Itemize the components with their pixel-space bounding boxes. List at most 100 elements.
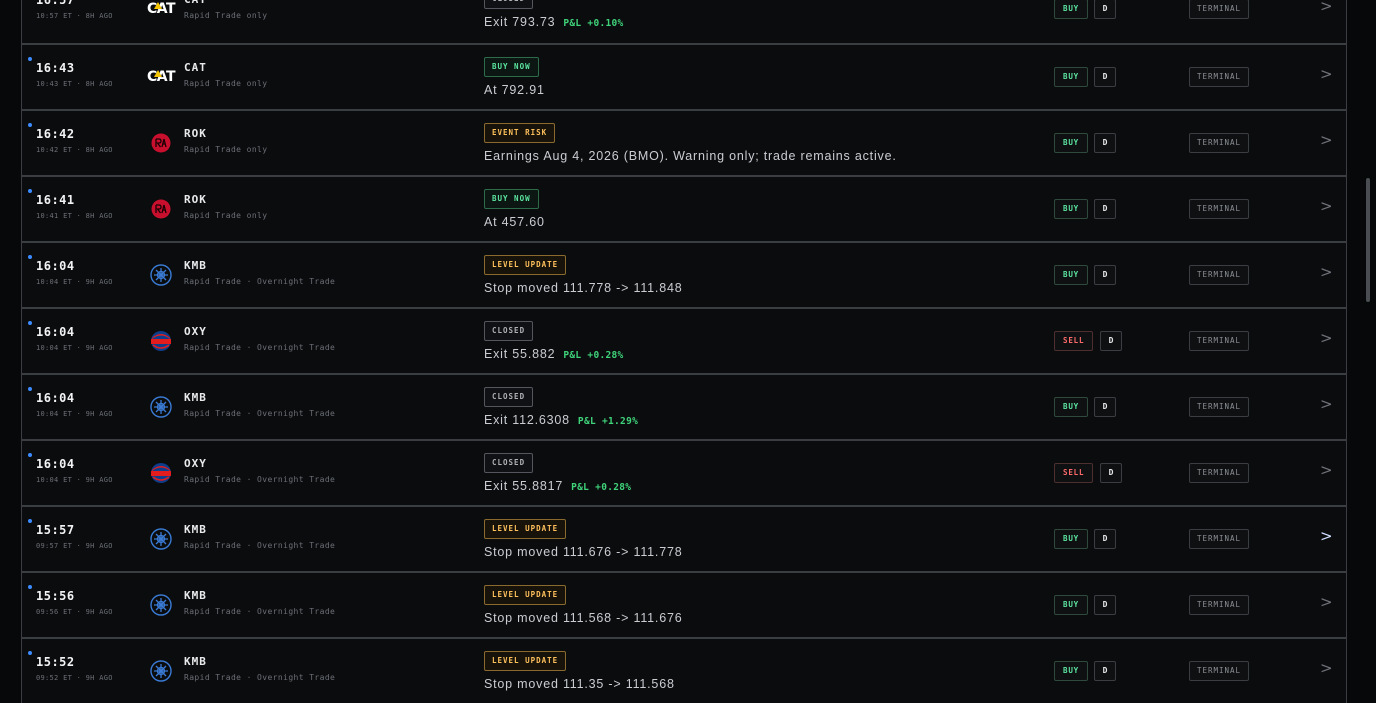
chevron-right-icon[interactable]: > — [1320, 593, 1333, 611]
terminal-button[interactable]: TERMINAL — [1189, 595, 1249, 615]
alert-row[interactable]: 16:42 10:42 ET · 8H AGO ROK Rapid Trade … — [22, 109, 1346, 175]
pnl-value: P&L +0.10% — [563, 18, 624, 29]
chevron-right-icon[interactable]: > — [1320, 197, 1333, 215]
terminal-button[interactable]: TERMINAL — [1189, 331, 1249, 351]
terminal-button[interactable]: TERMINAL — [1189, 661, 1249, 681]
alert-detail: Stop moved 111.35 -> 111.568 — [484, 677, 675, 691]
status-badge: LEVEL UPDATE — [484, 585, 567, 605]
alert-detail: Stop moved 111.676 -> 111.778 — [484, 545, 682, 559]
chevron-right-icon[interactable]: > — [1320, 329, 1333, 347]
rok-logo-icon — [149, 198, 173, 220]
alert-row[interactable]: 16:04 10:04 ET · 9H AGO OXY Rapid Trade … — [22, 307, 1346, 373]
d-button[interactable]: D — [1094, 199, 1116, 219]
alert-detail: At 457.60 — [484, 215, 545, 229]
unread-dot — [28, 321, 32, 325]
buy-button[interactable]: BUY — [1054, 67, 1088, 87]
cat-logo-icon: CAT — [146, 1, 176, 17]
alert-timestamp: 10:43 ET · 8H AGO — [36, 80, 113, 88]
alert-row[interactable]: 15:56 09:56 ET · 9H AGO KMB Rapid Trade … — [22, 571, 1346, 637]
sell-button[interactable]: SELL — [1054, 463, 1094, 483]
strategy-tags: Rapid Trade only — [184, 79, 268, 88]
chevron-right-icon[interactable]: > — [1320, 65, 1333, 83]
alert-row[interactable]: 16:41 10:41 ET · 8H AGO ROK Rapid Trade … — [22, 175, 1346, 241]
chevron-right-icon[interactable]: > — [1320, 527, 1333, 545]
chevron-right-icon[interactable]: > — [1320, 659, 1333, 677]
terminal-button[interactable]: TERMINAL — [1189, 67, 1249, 87]
alert-row[interactable]: 16:04 10:04 ET · 9H AGO OXY Rapid Trade … — [22, 439, 1346, 505]
chevron-right-icon[interactable]: > — [1320, 0, 1333, 15]
detail-text: Earnings Aug 4, 2026 (BMO). Warning only… — [484, 149, 897, 163]
terminal-button[interactable]: TERMINAL — [1189, 397, 1249, 417]
alert-row[interactable]: 16:04 10:04 ET · 9H AGO KMB Rapid Trade … — [22, 373, 1346, 439]
chevron-right-icon[interactable]: > — [1320, 131, 1333, 149]
strategy-tags: Rapid Trade · Overnight Trade — [184, 475, 336, 484]
buy-button[interactable]: BUY — [1054, 133, 1088, 153]
alert-timestamp: 10:04 ET · 9H AGO — [36, 476, 113, 484]
d-button[interactable]: D — [1094, 529, 1116, 549]
alert-detail: Stop moved 111.568 -> 111.676 — [484, 611, 682, 625]
alert-row[interactable]: 16:43 10:43 ET · 8H AGO CAT CAT Rapid Tr… — [22, 43, 1346, 109]
status-badge: LEVEL UPDATE — [484, 651, 567, 671]
alert-time: 16:41 — [36, 193, 75, 207]
terminal-button[interactable]: TERMINAL — [1189, 199, 1249, 219]
d-button[interactable]: D — [1094, 133, 1116, 153]
alert-time: 16:57 — [36, 0, 75, 7]
unread-dot — [28, 255, 32, 259]
d-button[interactable]: D — [1094, 661, 1116, 681]
detail-text: Exit 55.8817 — [484, 479, 564, 493]
ticker-symbol: KMB — [184, 523, 207, 536]
unread-dot — [28, 585, 32, 589]
alert-timestamp: 10:41 ET · 8H AGO — [36, 212, 113, 220]
terminal-button[interactable]: TERMINAL — [1189, 265, 1249, 285]
alert-detail: Stop moved 111.778 -> 111.848 — [484, 281, 682, 295]
terminal-button[interactable]: TERMINAL — [1189, 463, 1249, 483]
alert-time: 16:04 — [36, 259, 75, 273]
strategy-tags: Rapid Trade · Overnight Trade — [184, 277, 336, 286]
buy-button[interactable]: BUY — [1054, 595, 1088, 615]
alert-time: 16:04 — [36, 391, 75, 405]
buy-button[interactable]: BUY — [1054, 397, 1088, 417]
d-button[interactable]: D — [1100, 463, 1122, 483]
buy-button[interactable]: BUY — [1054, 661, 1088, 681]
buy-button[interactable]: BUY — [1054, 0, 1088, 19]
detail-text: Stop moved 111.35 -> 111.568 — [484, 677, 675, 691]
d-button[interactable]: D — [1094, 67, 1116, 87]
alert-row[interactable]: 15:52 09:52 ET · 9H AGO KMB Rapid Trade … — [22, 637, 1346, 703]
d-button[interactable]: D — [1094, 397, 1116, 417]
kmb-logo-icon — [149, 528, 173, 550]
status-badge: CLOSED — [484, 387, 534, 407]
terminal-button[interactable]: TERMINAL — [1189, 0, 1249, 19]
chevron-right-icon[interactable]: > — [1320, 263, 1333, 281]
ticker-symbol: CAT — [184, 61, 207, 74]
sell-button[interactable]: SELL — [1054, 331, 1094, 351]
alert-row[interactable]: 16:04 10:04 ET · 9H AGO KMB Rapid Trade … — [22, 241, 1346, 307]
alert-time: 15:56 — [36, 589, 75, 603]
scrollbar[interactable] — [1366, 178, 1370, 302]
unread-dot — [28, 57, 32, 61]
terminal-button[interactable]: TERMINAL — [1189, 529, 1249, 549]
cat-logo-icon: CAT — [146, 69, 176, 85]
d-button[interactable]: D — [1094, 0, 1116, 19]
buy-button[interactable]: BUY — [1054, 265, 1088, 285]
ticker-symbol: KMB — [184, 655, 207, 668]
d-button[interactable]: D — [1094, 595, 1116, 615]
d-button[interactable]: D — [1094, 265, 1116, 285]
rok-logo-icon — [149, 132, 173, 154]
d-button[interactable]: D — [1100, 331, 1122, 351]
terminal-button[interactable]: TERMINAL — [1189, 133, 1249, 153]
chevron-right-icon[interactable]: > — [1320, 461, 1333, 479]
alert-timestamp: 09:52 ET · 9H AGO — [36, 674, 113, 682]
ticker-symbol: KMB — [184, 259, 207, 272]
detail-text: Exit 793.73 — [484, 15, 556, 29]
status-badge: CLOSED — [484, 0, 534, 9]
detail-text: At 457.60 — [484, 215, 545, 229]
strategy-tags: Rapid Trade · Overnight Trade — [184, 409, 336, 418]
pnl-value: P&L +1.29% — [577, 416, 639, 427]
chevron-right-icon[interactable]: > — [1320, 395, 1333, 413]
alert-row[interactable]: 15:57 09:57 ET · 9H AGO KMB Rapid Trade … — [22, 505, 1346, 571]
ticker-symbol: CAT — [184, 0, 207, 6]
alert-detail: Earnings Aug 4, 2026 (BMO). Warning only… — [484, 149, 897, 163]
buy-button[interactable]: BUY — [1054, 529, 1088, 549]
alert-row[interactable]: 16:57 10:57 ET · 8H AGO CAT CAT Rapid Tr… — [22, 0, 1346, 43]
buy-button[interactable]: BUY — [1054, 199, 1088, 219]
